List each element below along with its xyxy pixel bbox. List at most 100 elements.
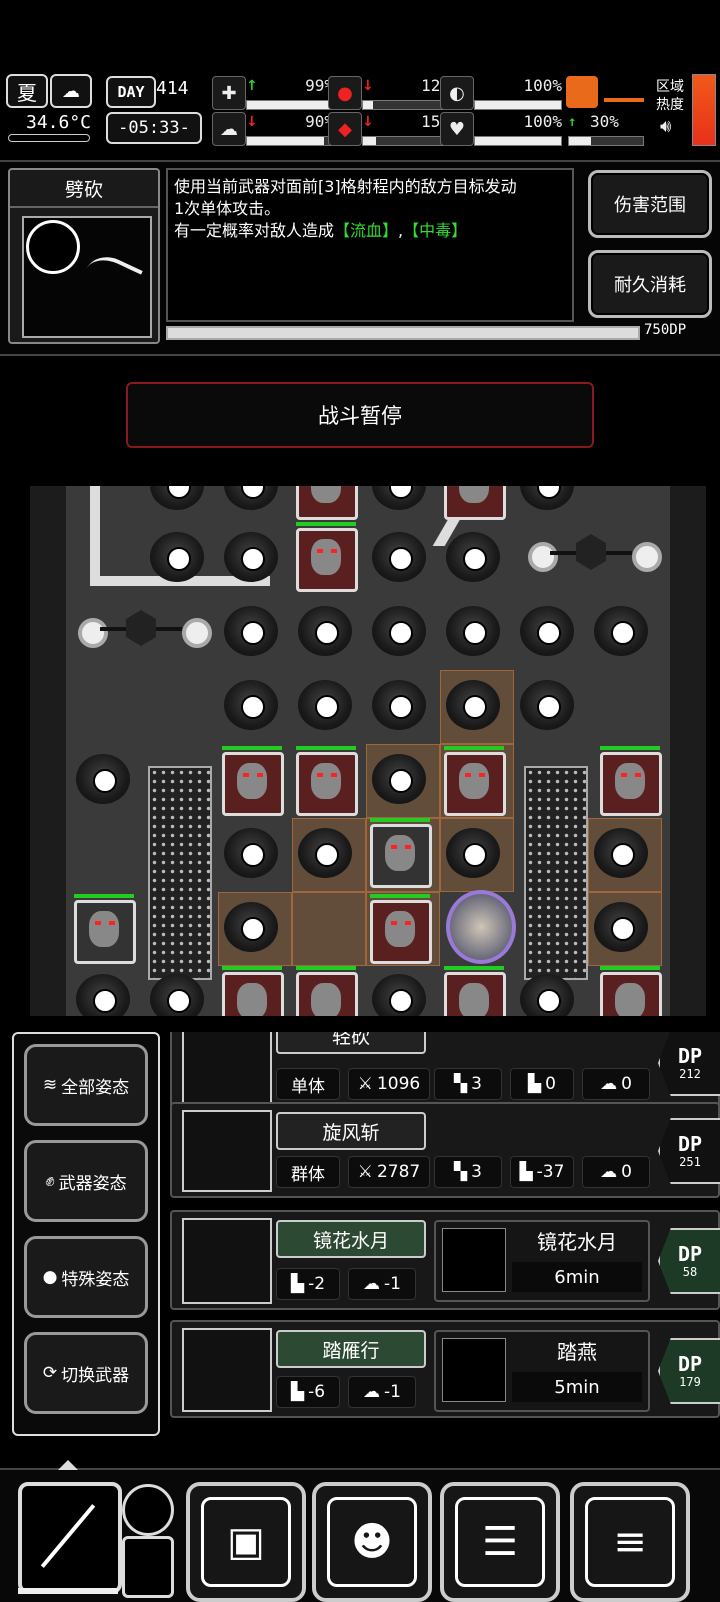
stat-bar — [246, 136, 334, 146]
player-avatar[interactable] — [446, 890, 516, 964]
skill-description: 使用当前武器对面前[3]格射程内的敌方目标发动 1次单体攻击。 有一定概率对敌人… — [166, 168, 574, 322]
medkit-icon: ✚ — [212, 76, 246, 110]
target-type: 群体 — [276, 1156, 340, 1188]
enemy-marker[interactable] — [144, 486, 210, 518]
battle-board — [30, 486, 706, 1016]
enemy-marker[interactable] — [588, 820, 654, 886]
notebook-icon: ☰ — [455, 1497, 545, 1587]
enemy-marker[interactable] — [588, 598, 654, 664]
enemy-marker[interactable] — [292, 672, 358, 738]
enemy-marker[interactable] — [366, 524, 432, 590]
enemy-marker[interactable] — [218, 894, 284, 960]
boot-bar — [604, 98, 644, 102]
boot-stat-bar — [568, 136, 644, 146]
move-stat: ▙ -37 — [510, 1156, 574, 1188]
skill-row[interactable]: 镜花水月 ▙ -2 ☁ -1 镜花水月 6min DP 58 — [170, 1210, 720, 1310]
zombie-card[interactable] — [366, 818, 432, 888]
zombie-card[interactable] — [596, 746, 662, 816]
enemy-marker[interactable] — [366, 746, 432, 812]
enemy-marker[interactable] — [514, 966, 580, 1016]
special-stance-button[interactable]: ● 特殊姿态 — [24, 1236, 148, 1318]
list-menu-icon: ≡ — [585, 1497, 675, 1587]
enemy-marker[interactable] — [514, 598, 580, 664]
layers-icon: ≋ — [42, 1075, 58, 1095]
enemy-marker[interactable] — [292, 820, 358, 886]
enemy-marker[interactable] — [366, 598, 432, 664]
zombie-card[interactable] — [440, 486, 506, 520]
enemy-marker[interactable] — [366, 966, 432, 1016]
menu-button[interactable]: ≡ — [570, 1482, 690, 1602]
enemy-marker[interactable] — [218, 820, 284, 886]
skill-row[interactable]: 旋风斩 群体 ⚔ 2787 ▚ 3 ▙ -37 ☁ 0 DP 251 — [170, 1102, 720, 1198]
flower-icon — [442, 1228, 506, 1292]
all-stances-button[interactable]: ≋ 全部姿态 — [24, 1044, 148, 1126]
skill-slot-icon[interactable] — [122, 1484, 174, 1536]
zombie-card[interactable] — [292, 966, 358, 1016]
damage-range-button[interactable]: 伤害范围 — [588, 170, 712, 238]
enemy-marker[interactable] — [440, 820, 506, 886]
stat-bar — [474, 100, 562, 110]
enemy-marker[interactable] — [440, 524, 506, 590]
enemy-marker[interactable] — [514, 672, 580, 738]
brain-icon: ☁ — [600, 1074, 618, 1094]
mind-stat: ☁ -1 — [348, 1376, 416, 1408]
enemy-marker[interactable] — [218, 486, 284, 518]
inventory-button[interactable]: ▣ — [186, 1482, 306, 1602]
stat-bar — [474, 136, 562, 146]
boot-icon: ▙ — [290, 1382, 305, 1402]
sword-icon — [26, 220, 80, 274]
zombie-card[interactable] — [292, 746, 358, 816]
combat-pause-button[interactable]: 战斗暂停 — [126, 382, 594, 448]
enemy-marker[interactable] — [440, 672, 506, 738]
enemy-marker[interactable] — [218, 524, 284, 590]
zombie-card[interactable] — [70, 894, 136, 964]
enemy-marker[interactable] — [218, 672, 284, 738]
stat-value: 100% — [523, 76, 562, 95]
zombie-card[interactable] — [292, 486, 358, 520]
enemy-marker[interactable] — [366, 672, 432, 738]
zombie-card[interactable] — [596, 966, 662, 1016]
durability-cost-button[interactable]: 耐久消耗 — [588, 250, 712, 318]
enemy-marker[interactable] — [366, 486, 432, 518]
enemy-marker[interactable] — [70, 966, 136, 1016]
skill-thumbnail — [182, 1218, 272, 1304]
blood-drop-icon: ◆ — [328, 112, 362, 146]
enemy-marker[interactable] — [292, 598, 358, 664]
enemy-marker[interactable] — [144, 524, 210, 590]
journal-button[interactable]: ☰ — [440, 1482, 560, 1602]
enemy-marker[interactable] — [514, 486, 580, 518]
skill-thumbnail — [182, 1328, 272, 1412]
enemy-marker[interactable] — [144, 966, 210, 1016]
enemy-marker[interactable] — [218, 598, 284, 664]
zombie-card[interactable] — [292, 522, 358, 592]
range-icon: ▚ — [454, 1074, 468, 1094]
skill-row[interactable]: 轻砍 单体 ⚔ 1096 ▚ 3 ▙ 0 ☁ 0 DP 212 — [170, 1032, 720, 1112]
weapon-stance-button[interactable]: ✊︎ 武器姿态 — [24, 1140, 148, 1222]
status-bar: 夏 ☁ 34.6°C DAY 414 -05:33- ✚ ↑ 99% ● ↓ 1… — [0, 72, 720, 152]
capsule-icon: ◐ — [440, 76, 474, 110]
heart-icon: ♥ — [440, 112, 474, 146]
speaker-icon[interactable]: 🔊︎ — [660, 116, 671, 137]
enemy-marker[interactable] — [70, 746, 136, 812]
hedge-obstacle — [148, 766, 212, 980]
skill-row[interactable]: 踏雁行 ▙ -6 ☁ -1 踏燕 5min DP 179 — [170, 1320, 720, 1418]
zombie-card[interactable] — [218, 966, 284, 1016]
zombie-card[interactable] — [440, 966, 506, 1016]
stat-value: 90% — [305, 112, 334, 131]
zombie-card[interactable] — [218, 746, 284, 816]
weapon-slot-button[interactable] — [18, 1482, 122, 1594]
enemy-marker[interactable] — [440, 598, 506, 664]
zombie-card[interactable] — [366, 894, 432, 964]
health-stat: ✚ ↑ 99% — [212, 76, 334, 110]
day-number: 414 — [156, 78, 189, 99]
slash-effect-icon — [77, 249, 143, 311]
enemy-marker[interactable] — [588, 894, 654, 960]
button-label: 特殊姿态 — [61, 1269, 130, 1290]
character-button[interactable]: ☻ — [312, 1482, 432, 1602]
switch-weapon-button[interactable]: ⟳ 切换武器 — [24, 1332, 148, 1414]
brain-head-icon: ☻ — [327, 1497, 417, 1587]
hedge-obstacle — [524, 766, 588, 980]
quick-slot-button[interactable] — [122, 1536, 174, 1598]
zombie-card[interactable] — [440, 746, 506, 816]
stomach-icon: ● — [328, 76, 362, 110]
